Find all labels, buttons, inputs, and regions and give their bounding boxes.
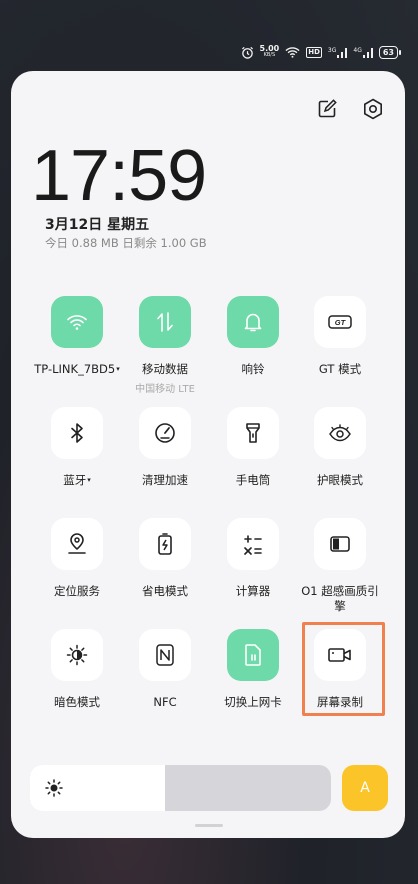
network-speed-unit: KB/S xyxy=(263,52,276,58)
control-center-panel: 17:59 3月12日 星期五 今日 0.88 MB 日剩余 1.00 GB T… xyxy=(11,71,405,838)
tile-ring[interactable]: 响铃 xyxy=(209,296,297,377)
mobile-data-icon xyxy=(157,312,173,332)
flashlight-toggle[interactable] xyxy=(227,407,279,459)
power-saving-toggle[interactable] xyxy=(139,518,191,570)
display-engine-icon xyxy=(330,536,350,552)
chevron-down-icon[interactable]: ▾ xyxy=(87,476,91,484)
signal-icon xyxy=(362,47,373,58)
tile-label: 计算器 xyxy=(235,584,271,598)
network-speed: 5.00 KB/S xyxy=(260,45,280,59)
signal-icon xyxy=(337,47,348,58)
tile-label: 手电筒 xyxy=(235,473,271,487)
sim1-type: 3G xyxy=(327,46,337,54)
nfc-toggle[interactable] xyxy=(139,629,191,681)
alarm-icon xyxy=(241,46,254,59)
wifi-icon xyxy=(67,315,87,330)
tile-label: 护眼模式 xyxy=(317,473,363,487)
tile-label: 定位服务 xyxy=(54,584,100,598)
tile-flashlight[interactable]: 手电筒 xyxy=(209,407,297,488)
auto-brightness-button[interactable]: A xyxy=(342,765,388,811)
sim-card-icon xyxy=(245,644,261,666)
svg-text:GT: GT xyxy=(335,318,347,327)
tile-label: O1 超感画质引擎 xyxy=(301,584,379,613)
location-icon xyxy=(68,533,86,554)
battery-saver-icon xyxy=(158,533,172,555)
tile-label: 响铃 xyxy=(241,362,265,376)
hd-badge: HD xyxy=(306,46,322,58)
tile-label: 暗色模式 xyxy=(54,695,100,709)
tile-eye-care[interactable]: 护眼模式 xyxy=(296,407,384,488)
tile-label: 移动数据 xyxy=(142,362,188,376)
signal-sim2: 4G xyxy=(353,46,373,58)
tile-cleanup[interactable]: 清理加速 xyxy=(121,407,209,488)
bluetooth-toggle[interactable] xyxy=(51,407,103,459)
display-engine-toggle[interactable] xyxy=(314,518,366,570)
location-toggle[interactable] xyxy=(51,518,103,570)
battery-level: 63 xyxy=(382,47,394,57)
flashlight-icon xyxy=(246,423,260,443)
dark-mode-icon xyxy=(66,644,88,666)
tile-label: 清理加速 xyxy=(142,473,188,487)
sim2-type: 4G xyxy=(353,46,362,54)
calculator-button[interactable] xyxy=(227,518,279,570)
chevron-down-icon[interactable]: ▾ xyxy=(116,365,120,373)
tile-label: 省电模式 xyxy=(142,584,188,598)
date-label: 3月12日 星期五 xyxy=(45,217,150,233)
screen-record-highlight xyxy=(302,622,385,716)
bluetooth-icon xyxy=(71,423,83,443)
tile-bluetooth[interactable]: 蓝牙▾ xyxy=(33,407,121,488)
clock: 17:59 xyxy=(31,136,207,216)
nfc-icon xyxy=(156,644,174,666)
tile-label: NFC xyxy=(153,695,177,709)
dark-mode-toggle[interactable] xyxy=(51,629,103,681)
status-bar: 5.00 KB/S HD 3G 4G 63 xyxy=(241,42,402,62)
wifi-icon xyxy=(285,46,300,58)
speedometer-icon xyxy=(155,423,175,443)
network-speed-value: 5.00 xyxy=(259,44,280,53)
ring-toggle[interactable] xyxy=(227,296,279,348)
sun-icon xyxy=(44,778,64,798)
tile-gt-mode[interactable]: GT GT 模式 xyxy=(296,296,384,377)
battery-icon: 63 xyxy=(378,45,402,59)
bell-icon xyxy=(244,313,262,332)
cleanup-button[interactable] xyxy=(139,407,191,459)
panel-top-actions xyxy=(315,97,385,121)
wifi-toggle[interactable] xyxy=(51,296,103,348)
tile-label: GT 模式 xyxy=(318,362,362,376)
tile-dark-mode[interactable]: 暗色模式 xyxy=(33,629,121,710)
calculator-icon xyxy=(244,535,262,555)
tile-nfc[interactable]: NFC xyxy=(121,629,209,710)
tile-location[interactable]: 定位服务 xyxy=(33,518,121,599)
tile-power-saving[interactable]: 省电模式 xyxy=(121,518,209,599)
tile-calculator[interactable]: 计算器 xyxy=(209,518,297,599)
mobile-data-toggle[interactable] xyxy=(139,296,191,348)
settings-icon[interactable] xyxy=(361,97,385,121)
gt-mode-toggle[interactable]: GT xyxy=(314,296,366,348)
switch-sim-toggle[interactable] xyxy=(227,629,279,681)
panel-drag-handle[interactable] xyxy=(195,824,223,827)
data-usage-label: 今日 0.88 MB 日剩余 1.00 GB xyxy=(45,236,207,250)
signal-sim1: 3G xyxy=(327,46,348,58)
tile-label: TP-LINK_7BD5 xyxy=(34,362,116,376)
carrier-label: 中国移动 LTE xyxy=(135,384,195,395)
tile-wifi[interactable]: TP-LINK_7BD5▾ xyxy=(33,296,121,377)
tile-label: 蓝牙 xyxy=(63,473,87,487)
tile-mobile-data[interactable]: 移动数据 中国移动 LTE xyxy=(121,296,209,395)
tile-label: 切换上网卡 xyxy=(224,695,282,709)
tile-display-engine[interactable]: O1 超感画质引擎 xyxy=(296,518,384,614)
eye-icon xyxy=(329,424,351,442)
edit-icon[interactable] xyxy=(315,97,339,121)
eye-care-toggle[interactable] xyxy=(314,407,366,459)
brightness-slider[interactable] xyxy=(30,765,331,811)
tile-switch-sim[interactable]: 切换上网卡 xyxy=(209,629,297,710)
gt-mode-icon: GT xyxy=(328,315,352,329)
